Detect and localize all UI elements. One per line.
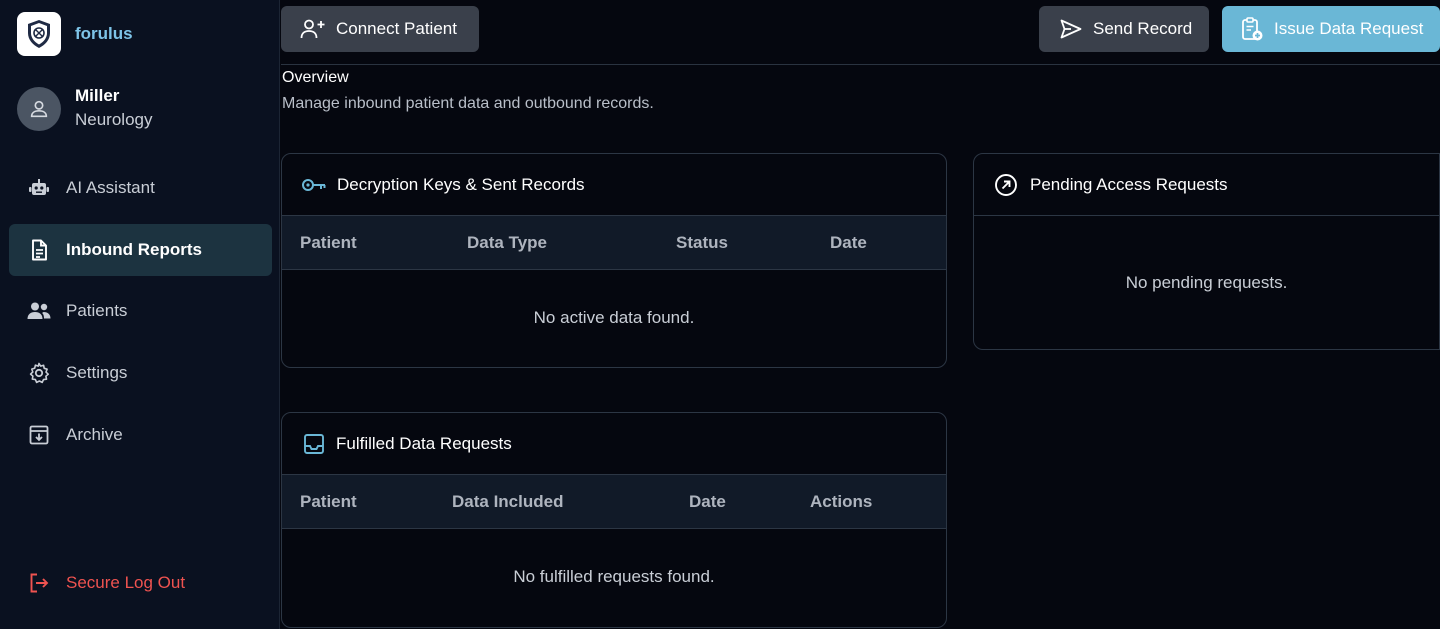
column-header: Status xyxy=(676,233,728,252)
user-icon xyxy=(30,100,48,118)
sidebar-item-label: Archive xyxy=(66,425,123,444)
send-record-label: Send Record xyxy=(1093,19,1193,38)
sidebar-item-label: Patients xyxy=(66,301,128,320)
card-header: Decryption Keys & Sent Records xyxy=(282,154,946,216)
avatar xyxy=(17,87,61,131)
logout-label: Secure Log Out xyxy=(66,573,186,592)
arrow-up-right-circle-icon xyxy=(994,173,1018,197)
column-header: Data Included xyxy=(452,492,564,511)
empty-state: No fulfilled requests found. xyxy=(513,567,715,586)
send-record-button[interactable]: Send Record xyxy=(1039,6,1209,52)
sidebar-item-label: AI Assistant xyxy=(66,178,155,197)
connect-patient-button[interactable]: Connect Patient xyxy=(281,6,479,52)
card-title: Decryption Keys & Sent Records xyxy=(337,174,585,194)
users-icon xyxy=(25,297,53,325)
column-header: Patient xyxy=(300,492,357,511)
page-subtitle: Manage inbound patient data and outbound… xyxy=(282,95,654,112)
sidebar-item-inbound-reports[interactable]: Inbound Reports xyxy=(9,224,272,276)
user-plus-icon xyxy=(300,18,326,40)
inbox-icon xyxy=(303,433,325,455)
sidebar-item-ai-assistant[interactable]: AI Assistant xyxy=(9,162,272,214)
sidebar-item-archive[interactable]: Archive xyxy=(9,409,272,461)
robot-icon xyxy=(25,174,53,202)
column-header: Patient xyxy=(300,233,357,252)
empty-state: No active data found. xyxy=(533,308,695,327)
card-title: Pending Access Requests xyxy=(1030,174,1228,194)
column-header: Data Type xyxy=(467,233,547,252)
column-header: Date xyxy=(830,233,867,252)
table-header: Patient Data Included Date Actions xyxy=(282,475,946,529)
archive-icon xyxy=(25,421,53,449)
sidebar-item-patients[interactable]: Patients xyxy=(9,285,272,337)
sidebar-item-label: Settings xyxy=(66,363,128,382)
send-icon xyxy=(1059,18,1083,40)
user-name: Miller xyxy=(75,86,120,105)
key-icon xyxy=(301,177,327,193)
document-icon xyxy=(25,236,53,264)
logout-icon xyxy=(25,569,53,597)
brand-name: forulus xyxy=(75,24,133,43)
issue-data-request-button[interactable]: Issue Data Request xyxy=(1222,6,1440,52)
issue-data-request-label: Issue Data Request xyxy=(1274,19,1424,38)
column-header: Date xyxy=(689,492,726,511)
fulfilled-data-requests-card: Fulfilled Data Requests Patient Data Inc… xyxy=(281,412,947,628)
user-department: Neurology xyxy=(75,110,153,129)
card-header: Pending Access Requests xyxy=(974,154,1439,216)
gear-icon xyxy=(25,359,53,387)
page-title: Overview xyxy=(282,69,349,86)
card-header: Fulfilled Data Requests xyxy=(282,413,946,475)
logout-button[interactable]: Secure Log Out xyxy=(9,557,272,609)
clipboard-plus-icon xyxy=(1240,16,1264,42)
sidebar-item-label: Inbound Reports xyxy=(66,240,202,259)
decryption-keys-card: Decryption Keys & Sent Records Patient D… xyxy=(281,153,947,368)
empty-state: No pending requests. xyxy=(1125,273,1288,292)
shield-logo-icon xyxy=(17,12,61,56)
user-profile[interactable]: Miller Neurology xyxy=(17,85,153,133)
sidebar: forulus Miller Neurology AI Assistant In… xyxy=(0,0,280,629)
sidebar-item-settings[interactable]: Settings xyxy=(9,347,272,399)
brand[interactable]: forulus xyxy=(17,12,133,56)
table-header: Patient Data Type Status Date xyxy=(282,216,946,270)
column-header: Actions xyxy=(810,492,873,511)
connect-patient-label: Connect Patient xyxy=(336,19,457,38)
pending-access-requests-card: Pending Access Requests No pending reque… xyxy=(973,153,1440,350)
card-title: Fulfilled Data Requests xyxy=(336,433,512,453)
